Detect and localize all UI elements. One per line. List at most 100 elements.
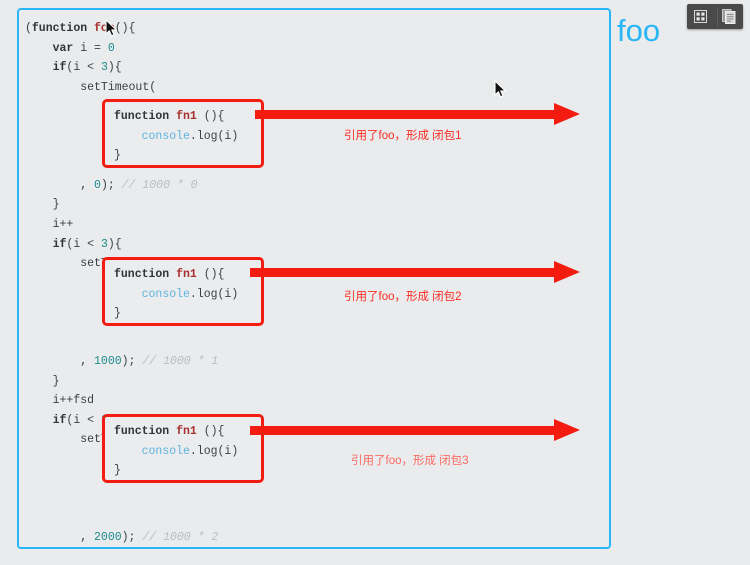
cursor-icon xyxy=(494,80,506,98)
arrow-head xyxy=(554,103,580,125)
code-line: setTimeout( xyxy=(25,78,218,98)
copy-icon xyxy=(722,9,736,24)
code-line: } xyxy=(25,195,218,215)
grid-icon xyxy=(694,10,708,23)
code-token: function xyxy=(31,22,88,35)
code-line: , 2000); // 1000 * 2 xyxy=(25,528,219,547)
closure-arrow-3 xyxy=(250,419,580,442)
code-token: } xyxy=(114,149,121,163)
code-token: ){ xyxy=(107,61,122,75)
closure-annotation-1: 引用了foo，形成 闭包1 xyxy=(344,130,462,142)
code-token: ); xyxy=(121,531,143,545)
code-token: ){ xyxy=(107,237,122,251)
code-line: } xyxy=(114,146,238,166)
code-token: function xyxy=(114,110,170,123)
closure-annotation-3: 引用了foo，形成 闭包3 xyxy=(351,455,469,467)
arrow-shaft xyxy=(250,426,555,435)
code-token: , xyxy=(80,531,95,545)
code-line: } xyxy=(25,372,218,392)
code-token: ( xyxy=(25,22,32,35)
code-token: setTimeout( xyxy=(80,80,157,94)
closure-annotation-2: 引用了foo，形成 闭包2 xyxy=(344,291,462,303)
code-line: } xyxy=(114,304,238,324)
code-token: 0 xyxy=(107,41,115,55)
code-line: console.log(i) xyxy=(114,285,239,305)
code-token: // 1000 * 0 xyxy=(121,178,198,192)
code-token: 0 xyxy=(94,178,101,192)
toolbar xyxy=(687,4,743,29)
code-token: (i < xyxy=(66,237,101,251)
code-token: } xyxy=(52,374,60,388)
code-line: , 0); // 1000 * 0 xyxy=(25,176,218,196)
code-token: 3 xyxy=(100,237,108,251)
code-line: function fn1 (){ xyxy=(114,107,238,127)
code-line: (function foo(){ xyxy=(25,19,218,39)
code-line: function fn1 (){ xyxy=(114,422,238,442)
copy-button[interactable] xyxy=(717,6,740,27)
code-line: var i = 0 xyxy=(25,39,218,59)
code-token: i = xyxy=(73,41,108,55)
code-token: console xyxy=(141,129,190,143)
mouse-cursor-main xyxy=(494,80,507,99)
arrow-head xyxy=(554,261,580,283)
code-token: (){ xyxy=(196,425,225,438)
code-token: .log(i) xyxy=(189,129,239,143)
code-line: if(i < 3){ xyxy=(25,58,218,78)
code-token: (i < xyxy=(66,61,101,75)
cursor-icon xyxy=(105,19,117,37)
code-token: (){ xyxy=(196,268,225,281)
code-line: if(i < 3){ xyxy=(25,235,218,255)
closure-arrow-2 xyxy=(250,261,580,284)
code-line: i++fsd xyxy=(25,391,218,411)
code-token: .log(i) xyxy=(189,287,239,301)
page-title: foo xyxy=(617,13,661,48)
closure-box-2-code: function fn1 (){ console.log(i)} xyxy=(114,265,238,324)
closure-box-1: function fn1 (){ console.log(i)} xyxy=(102,99,264,168)
code-token: function xyxy=(114,425,170,438)
code-token: 3 xyxy=(100,61,108,75)
code-line: , 1000); // 1000 * 1 xyxy=(25,352,218,372)
code-token: 2000 xyxy=(94,531,122,545)
grid-view-button[interactable] xyxy=(690,6,712,27)
closure-arrow-1 xyxy=(255,103,580,126)
closure-box-3-code: function fn1 (){ console.log(i)} xyxy=(114,422,238,481)
arrow-head xyxy=(554,419,580,441)
code-token: console xyxy=(141,287,190,301)
code-token: (){ xyxy=(196,110,225,123)
code-token: .log(i) xyxy=(189,444,239,458)
code-line: console.log(i) xyxy=(114,442,239,462)
code-token: i++fsd xyxy=(52,394,95,408)
code-token: if xyxy=(52,237,67,251)
code-line: console.log(i) xyxy=(114,127,239,147)
code-token: fn1 xyxy=(176,110,197,123)
code-token: // 1000 * 2 xyxy=(142,531,219,545)
arrow-shaft xyxy=(255,110,555,119)
mouse-cursor-on-foo xyxy=(105,19,118,38)
code-token: i++ xyxy=(52,217,74,231)
code-line: } xyxy=(25,548,218,549)
code-token: if xyxy=(52,413,67,427)
code-token: , xyxy=(80,355,95,369)
code-token: function xyxy=(114,268,170,281)
code-token: 1000 xyxy=(94,355,122,369)
code-line: function fn1 (){ xyxy=(114,265,238,285)
closure-box-2: function fn1 (){ console.log(i)} xyxy=(102,257,264,326)
closure-box-3: function fn1 (){ console.log(i)} xyxy=(102,414,264,483)
code-token: var xyxy=(52,41,74,55)
